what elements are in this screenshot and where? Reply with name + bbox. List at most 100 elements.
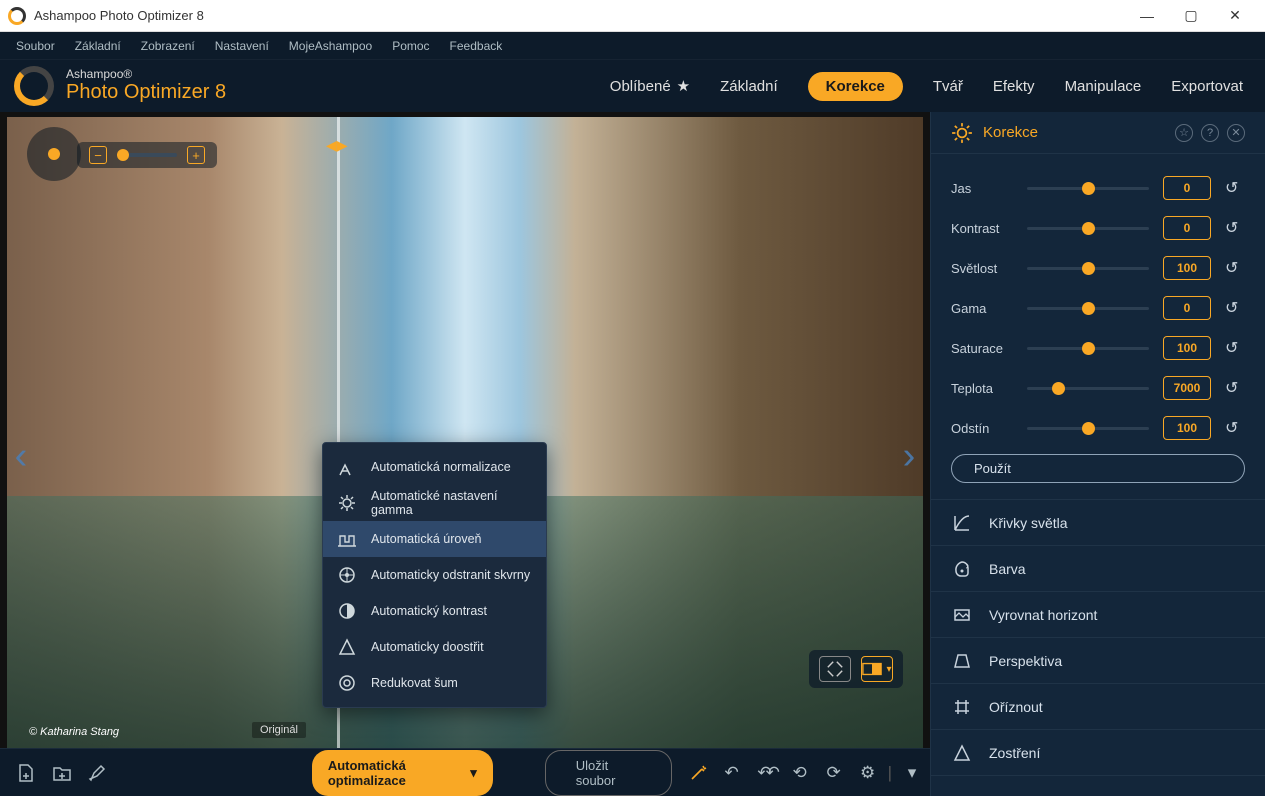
menu-pomoc[interactable]: Pomoc bbox=[382, 35, 439, 57]
view-controls bbox=[809, 650, 903, 688]
prev-image-button[interactable]: ‹ bbox=[7, 433, 37, 481]
zoom-in-button[interactable]: + bbox=[187, 146, 205, 164]
slider-track[interactable] bbox=[1027, 347, 1149, 350]
compare-view-button[interactable] bbox=[861, 656, 893, 682]
zoom-slider[interactable] bbox=[117, 153, 177, 157]
slider-label: Odstín bbox=[951, 421, 1013, 436]
slider-value[interactable]: 0 bbox=[1163, 176, 1211, 200]
reset-icon[interactable]: ↺ bbox=[1225, 178, 1245, 198]
auto-menu-item[interactable]: Redukovat šum bbox=[323, 665, 546, 701]
menu-soubor[interactable]: Soubor bbox=[6, 35, 65, 57]
next-image-button[interactable]: › bbox=[893, 433, 923, 481]
reset-icon[interactable]: ↺ bbox=[1225, 218, 1245, 238]
auto-menu-item[interactable]: Automaticky odstranit skvrny bbox=[323, 557, 546, 593]
slider-label: Jas bbox=[951, 181, 1013, 196]
fit-screen-button[interactable] bbox=[819, 656, 851, 682]
add-file-icon[interactable] bbox=[14, 759, 38, 787]
save-file-button[interactable]: Uložit soubor bbox=[545, 750, 672, 796]
section-perspektiva[interactable]: Perspektiva bbox=[931, 638, 1265, 684]
reset-icon[interactable]: ↺ bbox=[1225, 378, 1245, 398]
undo-all-icon[interactable]: ↶↶ bbox=[752, 759, 780, 787]
section-label: Zostření bbox=[989, 745, 1040, 761]
slider-saturace: Saturace100↺ bbox=[951, 328, 1245, 368]
watermark-text: © Katharina Stang bbox=[29, 726, 119, 738]
gear-icon[interactable]: ⚙ bbox=[854, 759, 882, 787]
section-icon bbox=[951, 604, 973, 626]
slider-světlost: Světlost 100 ↺ bbox=[951, 248, 1245, 288]
menu-mojeashampoo[interactable]: MojeAshampoo bbox=[279, 35, 382, 57]
auto-menu-item[interactable]: Automatická normalizace bbox=[323, 449, 546, 485]
slider-value[interactable]: 0 bbox=[1163, 296, 1211, 320]
help-icon[interactable]: ? bbox=[1201, 124, 1219, 142]
undo-icon[interactable]: ↶ bbox=[718, 759, 746, 787]
slider-value[interactable]: 100 bbox=[1163, 336, 1211, 360]
slider-track[interactable] bbox=[1027, 227, 1149, 230]
add-folder-icon[interactable] bbox=[50, 759, 74, 787]
slider-value[interactable]: 100 bbox=[1163, 256, 1211, 280]
auto-menu-item[interactable]: Automatická úroveň bbox=[323, 521, 546, 557]
sun-icon bbox=[951, 122, 973, 144]
rotate-right-icon[interactable]: ⟳ bbox=[820, 759, 848, 787]
nav-exportovat[interactable]: Exportovat bbox=[1171, 78, 1243, 95]
nav-manipulace[interactable]: Manipulace bbox=[1065, 78, 1142, 95]
zoom-control: − + bbox=[77, 142, 217, 168]
menu-základní[interactable]: Základní bbox=[65, 35, 131, 57]
section-zostření[interactable]: Zostření bbox=[931, 730, 1265, 776]
chevron-down-icon[interactable]: ▾ bbox=[898, 759, 926, 787]
zoom-out-button[interactable]: − bbox=[89, 146, 107, 164]
slider-value[interactable]: 7000 bbox=[1163, 376, 1211, 400]
compare-handle-icon[interactable]: ◀▶ bbox=[326, 137, 348, 154]
panel-title: Korekce bbox=[983, 124, 1038, 141]
nav-základní[interactable]: Základní bbox=[720, 78, 778, 95]
auto-menu-item[interactable]: Automatické nastavení gamma bbox=[323, 485, 546, 521]
rotate-left-icon[interactable]: ⟲ bbox=[786, 759, 814, 787]
auto-menu-item-label: Automaticky doostřit bbox=[371, 640, 484, 654]
section-vyrovnat-horizont[interactable]: Vyrovnat horizont bbox=[931, 592, 1265, 638]
section-label: Křivky světla bbox=[989, 515, 1068, 531]
slider-kontrast: Kontrast 0 ↺ bbox=[951, 208, 1245, 248]
slider-track[interactable] bbox=[1027, 187, 1149, 190]
reset-icon[interactable]: ↺ bbox=[1225, 418, 1245, 438]
brush-icon[interactable] bbox=[86, 759, 110, 787]
minimize-button[interactable]: — bbox=[1125, 2, 1169, 30]
slider-track[interactable] bbox=[1027, 427, 1149, 430]
slider-track[interactable] bbox=[1027, 267, 1149, 270]
close-button[interactable]: ✕ bbox=[1213, 2, 1257, 30]
auto-menu-item-icon bbox=[337, 601, 357, 621]
reset-icon[interactable]: ↺ bbox=[1225, 338, 1245, 358]
maximize-button[interactable]: ▢ bbox=[1169, 2, 1213, 30]
favorite-icon[interactable]: ☆ bbox=[1175, 124, 1193, 142]
auto-menu-item-icon bbox=[337, 673, 357, 693]
nav-oblíbené[interactable]: Oblíbené★ bbox=[610, 77, 690, 95]
slider-value[interactable]: 0 bbox=[1163, 216, 1211, 240]
close-panel-icon[interactable]: ✕ bbox=[1227, 124, 1245, 142]
photo-canvas[interactable]: ◀▶ − + ‹ › Originál © Katharina Stang bbox=[7, 117, 923, 748]
slider-label: Světlost bbox=[951, 261, 1013, 276]
menubar: SouborZákladníZobrazeníNastaveníMojeAsha… bbox=[0, 32, 1265, 60]
auto-menu-item[interactable]: Automaticky doostřit bbox=[323, 629, 546, 665]
app-logo-icon bbox=[8, 7, 26, 25]
reset-icon[interactable]: ↺ bbox=[1225, 298, 1245, 318]
section-křivky-světla[interactable]: Křivky světla bbox=[931, 500, 1265, 546]
apply-button[interactable]: Použít bbox=[951, 454, 1245, 483]
focus-target-icon[interactable] bbox=[27, 127, 81, 181]
menu-feedback[interactable]: Feedback bbox=[440, 35, 513, 57]
slider-label: Kontrast bbox=[951, 221, 1013, 236]
magic-wand-icon[interactable] bbox=[684, 759, 712, 787]
auto-optimize-button[interactable]: Automatická optimalizace bbox=[312, 750, 493, 796]
slider-track[interactable] bbox=[1027, 387, 1149, 390]
slider-value[interactable]: 100 bbox=[1163, 416, 1211, 440]
side-panel: Korekce ☆ ? ✕ Jas 0 ↺ Kontrast 0 ↺ Světlost 100… bbox=[930, 112, 1265, 796]
nav-tvář[interactable]: Tvář bbox=[933, 78, 963, 95]
nav-korekce[interactable]: Korekce bbox=[808, 72, 903, 101]
reset-icon[interactable]: ↺ bbox=[1225, 258, 1245, 278]
slider-track[interactable] bbox=[1027, 307, 1149, 310]
auto-menu-item[interactable]: Automatický kontrast bbox=[323, 593, 546, 629]
section-icon bbox=[951, 512, 973, 534]
slider-label: Teplota bbox=[951, 381, 1013, 396]
menu-zobrazení[interactable]: Zobrazení bbox=[131, 35, 205, 57]
nav-efekty[interactable]: Efekty bbox=[993, 78, 1035, 95]
section-oříznout[interactable]: Oříznout bbox=[931, 684, 1265, 730]
section-barva[interactable]: Barva bbox=[931, 546, 1265, 592]
menu-nastavení[interactable]: Nastavení bbox=[205, 35, 279, 57]
